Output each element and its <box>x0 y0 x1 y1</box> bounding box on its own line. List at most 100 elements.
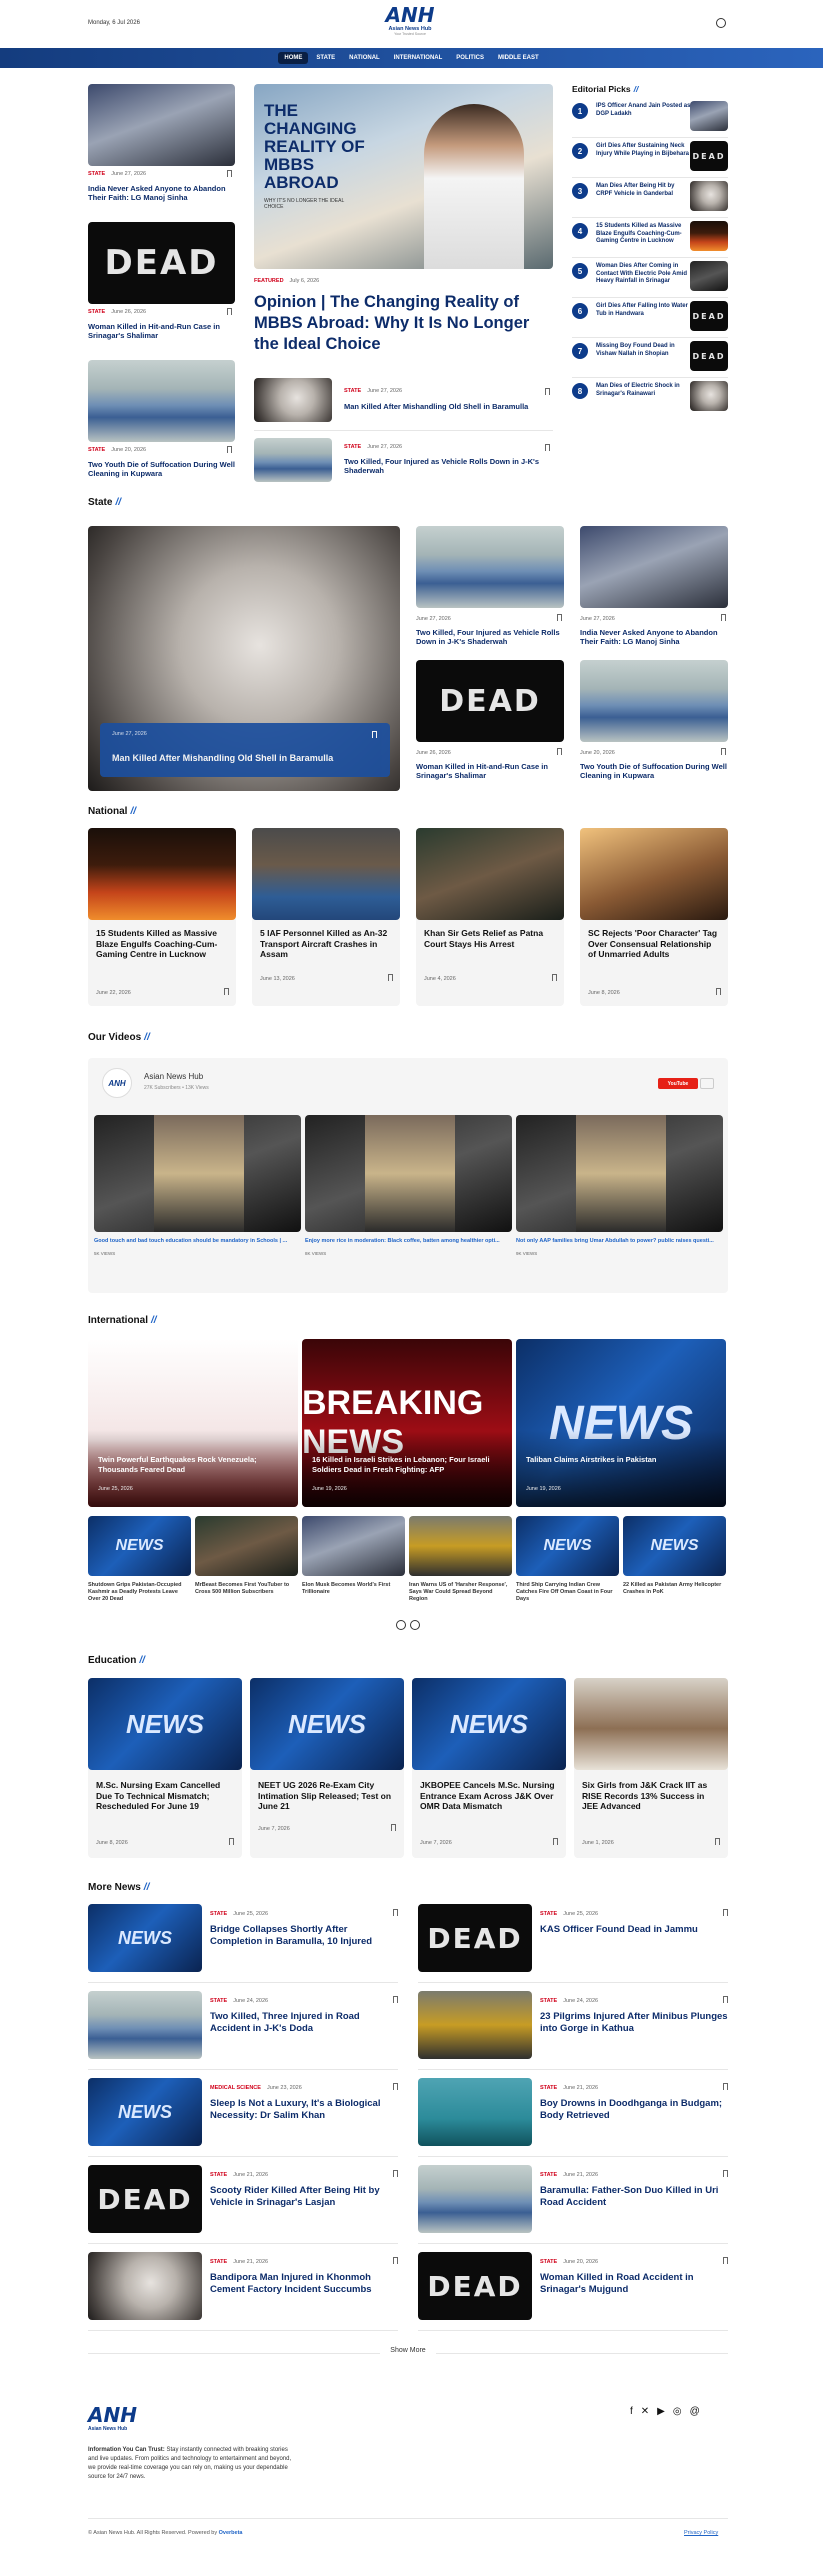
facebook-icon[interactable]: f <box>630 2406 633 2417</box>
article-tag[interactable]: STATE <box>344 444 361 450</box>
bookmark-icon[interactable] <box>224 988 229 995</box>
article-title[interactable]: 15 Students Killed as Massive Blaze Engu… <box>96 928 228 960</box>
bookmark-icon[interactable] <box>393 2170 398 2177</box>
top-left-image-1[interactable] <box>88 84 235 166</box>
international-thumb[interactable]: NEWS <box>623 1516 726 1576</box>
article-tag[interactable]: STATE <box>210 2172 227 2178</box>
editorial-item-title[interactable]: Man Dies of Electric Shock in Srinagar's… <box>596 383 692 398</box>
bookmark-icon[interactable] <box>552 974 557 981</box>
nav-international[interactable]: INTERNATIONAL <box>388 52 449 64</box>
editorial-thumb[interactable] <box>690 221 728 251</box>
article-title[interactable]: KAS Officer Found Dead in Jammu <box>540 1924 728 1936</box>
article-title[interactable]: India Never Asked Anyone to Abandon Thei… <box>580 628 728 647</box>
more-news-image[interactable] <box>88 1991 202 2059</box>
editorial-thumb[interactable] <box>690 181 728 211</box>
article-title[interactable]: India Never Asked Anyone to Abandon Thei… <box>88 184 235 203</box>
international-thumb[interactable] <box>409 1516 512 1576</box>
nav-politics[interactable]: POLITICS <box>450 52 490 64</box>
powered-by-link[interactable]: Overbeta <box>219 2530 243 2536</box>
more-news-image[interactable] <box>418 2078 532 2146</box>
state-grid-image[interactable]: DEAD <box>416 660 564 742</box>
bookmark-icon[interactable] <box>723 1996 728 2003</box>
article-title[interactable]: Bridge Collapses Shortly After Completio… <box>210 1924 398 1948</box>
bookmark-icon[interactable] <box>545 444 550 451</box>
editorial-thumb[interactable] <box>690 101 728 131</box>
education-image[interactable]: NEWS <box>412 1678 566 1770</box>
article-tag[interactable]: STATE <box>540 1998 557 2004</box>
article-title[interactable]: JKBOPEE Cancels M.Sc. Nursing Entrance E… <box>420 1780 558 1812</box>
editorial-item-title[interactable]: 15 Students Killed as Massive Blaze Engu… <box>596 223 692 246</box>
bookmark-icon[interactable] <box>227 446 232 453</box>
bookmark-icon[interactable] <box>553 1838 558 1845</box>
article-title[interactable]: Two Youth Die of Suffocation During Well… <box>88 460 235 479</box>
bookmark-icon[interactable] <box>723 2083 728 2090</box>
education-image[interactable]: NEWS <box>88 1678 242 1770</box>
x-icon[interactable]: ✕ <box>641 2406 649 2417</box>
bookmark-icon[interactable] <box>229 1838 234 1845</box>
article-title[interactable]: 22 Killed as Pakistan Army Helicopter Cr… <box>623 1582 726 1596</box>
show-more-button[interactable]: Show More <box>380 2341 436 2361</box>
editorial-item-title[interactable]: Girl Dies After Falling Into Water Tub i… <box>596 303 692 318</box>
more-news-image[interactable]: NEWS <box>88 2078 202 2146</box>
more-news-image[interactable]: NEWS <box>88 1904 202 1972</box>
state-grid-image[interactable] <box>580 660 728 742</box>
bookmark-icon[interactable] <box>393 1909 398 1916</box>
channel-name[interactable]: Asian News Hub <box>144 1072 203 1081</box>
more-news-image[interactable]: DEAD <box>418 1904 532 1972</box>
national-image[interactable] <box>88 828 236 920</box>
video-thumbnail[interactable] <box>305 1115 512 1232</box>
article-tag[interactable]: STATE <box>540 2085 557 2091</box>
editorial-item-title[interactable]: Missing Boy Found Dead in Vishaw Nallah … <box>596 343 692 358</box>
nav-home[interactable]: HOME <box>278 52 309 64</box>
article-title[interactable]: 5 IAF Personnel Killed as An-32 Transpor… <box>260 928 392 960</box>
article-title[interactable]: Taliban Claims Airstrikes in Pakistan <box>526 1455 716 1465</box>
article-title[interactable]: M.Sc. Nursing Exam Cancelled Due To Tech… <box>96 1780 234 1812</box>
editorial-item-title[interactable]: Girl Dies After Sustaining Neck Injury W… <box>596 143 692 158</box>
international-thumb[interactable]: NEWS <box>516 1516 619 1576</box>
bookmark-icon[interactable] <box>227 308 232 315</box>
video-thumbnail[interactable] <box>94 1115 301 1232</box>
education-image[interactable] <box>574 1678 728 1770</box>
article-title[interactable]: Six Girls from J&K Crack IIT as RISE Rec… <box>582 1780 720 1812</box>
more-news-image[interactable]: DEAD <box>88 2165 202 2233</box>
carousel-next-button[interactable] <box>410 1620 420 1630</box>
article-tag[interactable]: STATE <box>210 2259 227 2265</box>
editorial-thumb[interactable]: DEAD <box>690 141 728 171</box>
editorial-item-title[interactable]: Woman Dies After Coming in Contact With … <box>596 263 692 286</box>
bookmark-icon[interactable] <box>557 748 562 755</box>
bookmark-icon[interactable] <box>723 2170 728 2177</box>
article-title[interactable]: Twin Powerful Earthquakes Rock Venezuela… <box>98 1455 288 1475</box>
article-tag[interactable]: STATE <box>210 1998 227 2004</box>
international-thumb[interactable] <box>302 1516 405 1576</box>
article-title[interactable]: SC Rejects 'Poor Character' Tag Over Con… <box>588 928 720 960</box>
article-tag[interactable]: STATE <box>540 2172 557 2178</box>
carousel-prev-button[interactable] <box>396 1620 406 1630</box>
article-title[interactable]: Bandipora Man Injured in Khonmoh Cement … <box>210 2272 398 2296</box>
video-title[interactable]: Enjoy more rice in moderation: Black cof… <box>305 1238 512 1244</box>
article-tag[interactable]: STATE <box>210 1911 227 1917</box>
editorial-thumb[interactable] <box>690 381 728 411</box>
bookmark-icon[interactable] <box>227 170 232 177</box>
featured-tag[interactable]: FEATURED <box>254 278 284 284</box>
bookmark-icon[interactable] <box>391 1824 396 1831</box>
state-grid-image[interactable] <box>416 526 564 608</box>
youtube-button[interactable]: YouTube <box>658 1078 698 1089</box>
bookmark-icon[interactable] <box>723 2257 728 2264</box>
bookmark-icon[interactable] <box>557 614 562 621</box>
channel-avatar[interactable]: ANH <box>102 1068 132 1098</box>
bookmark-icon[interactable] <box>393 2257 398 2264</box>
article-title[interactable]: Elon Musk Becomes World's First Trillion… <box>302 1582 405 1596</box>
education-image[interactable]: NEWS <box>250 1678 404 1770</box>
article-tag[interactable]: STATE <box>540 2259 557 2265</box>
more-news-image[interactable] <box>418 2165 532 2233</box>
article-tag[interactable]: STATE <box>88 309 105 315</box>
video-thumbnail[interactable] <box>516 1115 723 1232</box>
international-thumb[interactable] <box>195 1516 298 1576</box>
article-title[interactable]: Shutdown Grips Pakistan-Occupied Kashmir… <box>88 1582 191 1603</box>
article-title[interactable]: 23 Pilgrims Injured After Minibus Plunge… <box>540 2011 728 2035</box>
video-title[interactable]: Good touch and bad touch education shoul… <box>94 1238 301 1244</box>
article-title[interactable]: Two Killed, Three Injured in Road Accide… <box>210 2011 398 2035</box>
article-tag[interactable]: MEDICAL SCIENCE <box>210 2085 261 2091</box>
article-title[interactable]: MrBeast Becomes First YouTuber to Cross … <box>195 1582 298 1596</box>
bookmark-icon[interactable] <box>393 2083 398 2090</box>
